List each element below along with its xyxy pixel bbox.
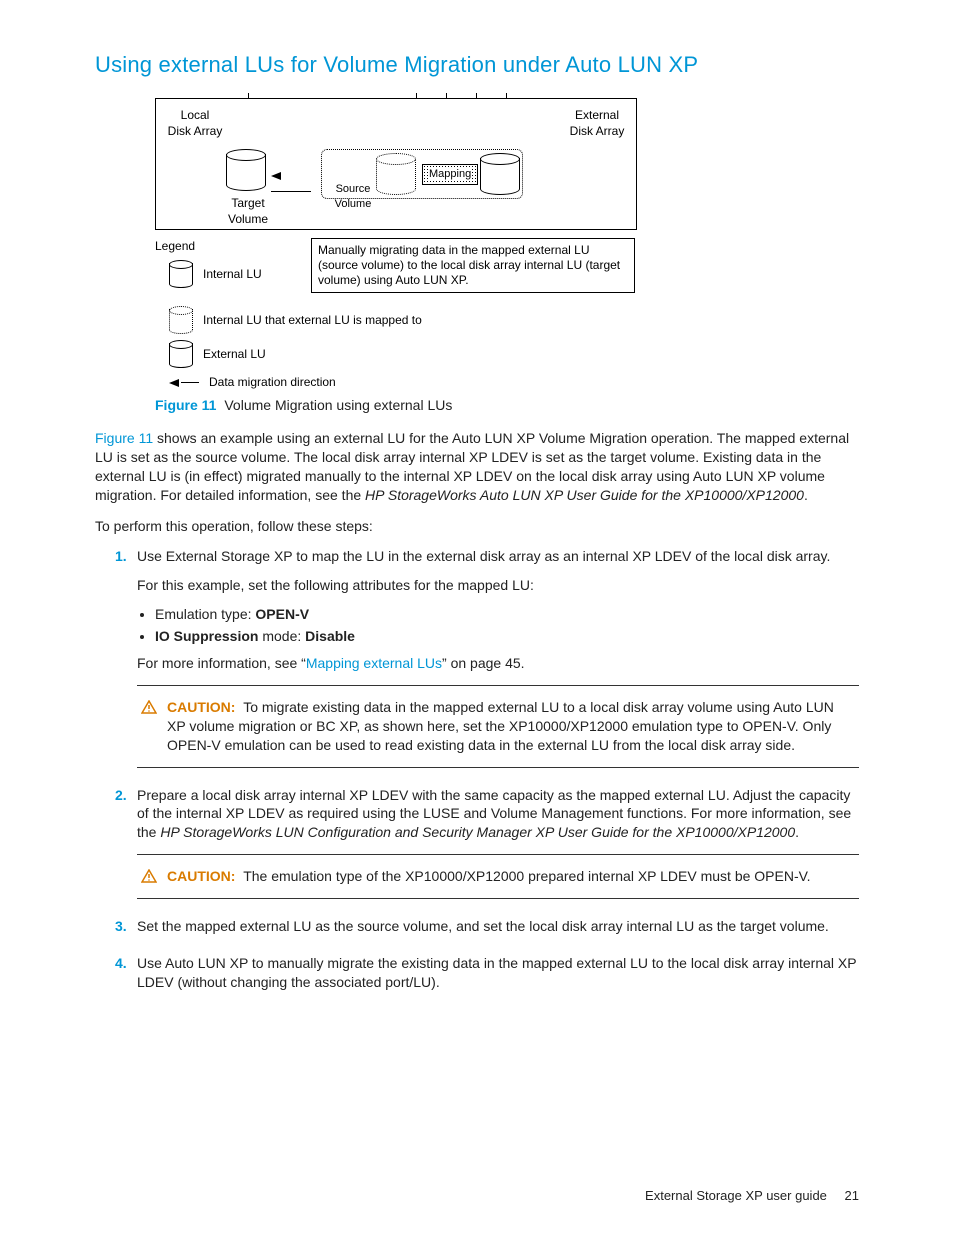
legend-internal: Internal LU [203, 266, 262, 282]
guide-title-2: HP StorageWorks LUN Configuration and Se… [160, 824, 795, 840]
target-volume-cylinder [226, 149, 266, 195]
mapping-group: Source Volume Mapping [321, 149, 523, 199]
page-number: 21 [845, 1188, 859, 1203]
external-cylinder [480, 153, 520, 199]
figure-caption: Figure 11 Volume Migration using externa… [155, 396, 859, 415]
step-number: 3. [115, 917, 127, 936]
internal-lu-icon [169, 260, 193, 288]
external-disk-array-label: External Disk Array [562, 107, 632, 139]
step-number: 1. [115, 547, 127, 566]
page-heading: Using external LUs for Volume Migration … [95, 50, 859, 80]
external-lu-icon [169, 340, 193, 368]
migration-direction-icon [169, 374, 199, 390]
step-2: 2. Prepare a local disk array internal X… [115, 786, 859, 900]
figure-caption-label: Figure 11 [155, 397, 216, 413]
step-1-text: Use External Storage XP to map the LU in… [137, 547, 859, 566]
target-volume-label: Target Volume [218, 195, 278, 227]
step-4: 4. Use Auto LUN XP to manually migrate t… [115, 954, 859, 992]
source-volume-cylinder [376, 153, 416, 199]
step-3-text: Set the mapped external LU as the source… [137, 917, 859, 936]
guide-title-1: HP StorageWorks Auto LUN XP User Guide f… [365, 487, 804, 503]
legend-arrow: Data migration direction [209, 374, 336, 390]
step-1: 1. Use External Storage XP to map the LU… [115, 547, 859, 767]
mapping-label: Mapping [422, 164, 478, 185]
page-footer: External Storage XP user guide 21 [645, 1187, 859, 1205]
mapping-external-lus-link[interactable]: Mapping external LUs [306, 655, 442, 671]
mapped-lu-icon [169, 306, 193, 334]
caution-label: CAUTION: [167, 699, 235, 715]
footer-title: External Storage XP user guide [645, 1188, 827, 1203]
caution-triangle-icon [141, 700, 157, 714]
legend-external: External LU [203, 346, 266, 362]
step-2-text: Prepare a local disk array internal XP L… [137, 786, 859, 843]
step-4-text: Use Auto LUN XP to manually migrate the … [137, 954, 859, 992]
figure-11-link[interactable]: Figure 11 [95, 430, 153, 446]
step-1-subintro: For this example, set the following attr… [137, 576, 859, 595]
caution-triangle-icon [141, 869, 157, 883]
figure-11-diagram: Local Disk Array External Disk Array Tar… [155, 98, 859, 390]
step-1-bullet-2: IO Suppression mode: Disable [155, 627, 859, 646]
body-paragraph-1: Figure 11 shows an example using an exte… [95, 429, 859, 505]
caution-1-text: To migrate existing data in the mapped e… [167, 699, 834, 753]
diagram-callout: Manually migrating data in the mapped ex… [311, 238, 635, 293]
step-3: 3. Set the mapped external LU as the sou… [115, 917, 859, 936]
legend-mapped: Internal LU that external LU is mapped t… [203, 312, 422, 328]
migration-arrow-icon [271, 167, 321, 199]
local-disk-array-label: Local Disk Array [160, 107, 230, 139]
step-1-more-info: For more information, see “Mapping exter… [137, 654, 859, 673]
step-number: 2. [115, 786, 127, 805]
caution-2-text: The emulation type of the XP10000/XP1200… [243, 868, 810, 884]
caution-label: CAUTION: [167, 868, 235, 884]
body-paragraph-2: To perform this operation, follow these … [95, 517, 859, 536]
figure-caption-text: Volume Migration using external LUs [224, 397, 452, 413]
caution-1: CAUTION: To migrate existing data in the… [137, 685, 859, 768]
source-volume-label: Source Volume [328, 182, 378, 212]
step-1-bullet-1: Emulation type: OPEN-V [155, 605, 859, 624]
step-number: 4. [115, 954, 127, 973]
caution-2: CAUTION: The emulation type of the XP100… [137, 854, 859, 899]
